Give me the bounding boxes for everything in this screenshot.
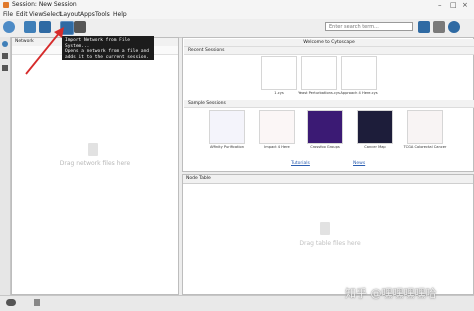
recent-session-name[interactable]: Approach 4 Here.cys [331,91,387,95]
maximize-icon[interactable]: □ [450,1,457,9]
menu-view[interactable]: View [29,11,43,18]
app-icon [3,2,9,8]
annotation-arrow [25,27,64,75]
sample-sessions-label: Sample Sessions [184,100,474,108]
apps-grid-icon[interactable] [433,21,445,33]
watermark: 知乎 @嘿嘿嘿嘿哈 [345,287,437,300]
menu-apps[interactable]: Apps [80,11,95,18]
tutorials-link[interactable]: Tutorials [291,161,310,166]
welcome-panel: Welcome to Cytoscape Recent Sessions Sam… [182,37,474,172]
sample-session-name[interactable]: Crossfoo Groups [297,145,353,149]
home-icon[interactable] [418,21,430,33]
menu-select[interactable]: Select [43,11,62,18]
file-icon [88,143,98,156]
import-table-icon[interactable] [74,21,86,33]
network-drop-hint: Drag network files here [59,160,131,167]
tooltip-title: Import Network from File System... [65,38,131,49]
menu-help[interactable]: Help [113,11,127,18]
news-link[interactable]: News [353,161,365,166]
tooltip-body: Opens a network from a file and adds it … [65,49,149,60]
recent-session-thumb[interactable] [301,56,337,90]
close-icon[interactable]: × [462,1,468,9]
window-title: Session: New Session [12,1,77,8]
recent-session-thumb[interactable] [341,56,377,90]
recent-session-thumb[interactable] [261,56,297,90]
recent-sessions-label: Recent Sessions [184,47,474,55]
search-input[interactable]: Enter search term... [325,22,413,31]
help-icon[interactable] [448,21,460,33]
sample-session-thumb[interactable] [407,110,443,144]
node-table-tab-label: Node Table [186,176,211,181]
style-icon[interactable] [2,53,8,59]
filter-icon[interactable] [2,65,8,71]
network-icon[interactable] [2,41,8,47]
sample-session-thumb[interactable] [209,110,245,144]
sample-session-name[interactable]: Cancer Map [347,145,403,149]
sample-session-name[interactable]: TCGA Colorectal Cancer [397,145,453,149]
menu-file[interactable]: File [3,11,13,18]
menu-bar: File Edit View Select Layout Apps Tools … [0,10,474,19]
sample-session-thumb[interactable] [307,110,343,144]
new-session-icon[interactable] [3,21,15,33]
minimize-icon[interactable]: – [438,1,442,9]
table-drop-hint: Drag table files here [299,240,361,247]
sample-session-thumb[interactable] [259,110,295,144]
welcome-title: Welcome to Cytoscape [184,39,474,47]
task-icon[interactable] [34,299,40,306]
menu-tools[interactable]: Tools [95,11,110,18]
sample-session-name[interactable]: Affinity Purification [199,145,255,149]
left-tool-strip [0,37,11,295]
node-table-tab[interactable]: Node Table [183,175,473,184]
sample-session-thumb[interactable] [357,110,393,144]
table-file-icon [320,222,330,235]
menu-layout[interactable]: Layout [60,11,80,18]
menu-edit[interactable]: Edit [16,11,28,18]
cloud-icon[interactable] [6,299,16,306]
tooltip: Import Network from File System... Opens… [62,36,154,60]
